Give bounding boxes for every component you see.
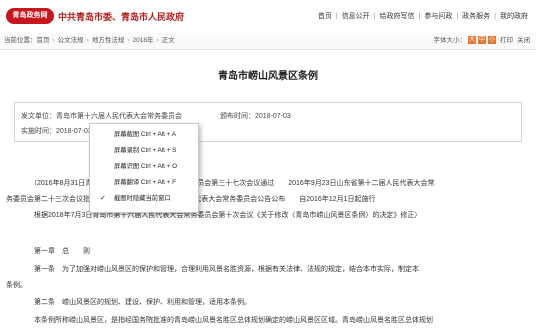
menu-item-screen-ocr[interactable]: 屏幕识图 Ctrl + Alt + O	[90, 160, 198, 174]
breadcrumb-separator: ›	[52, 37, 55, 44]
screenshot-context-menu: 屏幕截图 Ctrl + Alt + A 屏幕录制 Ctrl + Alt + S …	[89, 123, 199, 213]
site-title: 中共青岛市委、青岛市人民政府	[58, 12, 185, 22]
issuer-text: 发文单位：青岛市第十六届人民代表大会常务委员会	[21, 113, 182, 120]
top-nav: 首页 | 信息公开 | 给政府写信 | 参与问政 | 政务服务 | 我的政府	[318, 11, 528, 21]
document-title: 青岛市崂山风景区条例	[218, 71, 318, 82]
menu-item-label: 屏幕翻译 Ctrl + Alt + F	[114, 179, 176, 186]
breadcrumb-prefix: 当前位置：	[4, 37, 37, 44]
font-size-label: 字体大小：	[433, 37, 467, 44]
print-link[interactable]: 打印	[500, 37, 513, 44]
breadcrumb: 当前位置：首页 › 公文法规 › 地方性法规 › 2018年 › 正文	[4, 33, 175, 49]
breadcrumb-home[interactable]: 首页	[37, 37, 50, 44]
menu-item-label: 屏幕截图 Ctrl + Alt + A	[114, 131, 176, 138]
chapter-heading: 第一章 总 则	[34, 248, 90, 255]
nav-services[interactable]: 政务服务	[462, 13, 490, 20]
article-2-line-1: 第二条 崂山风景区的规划、建设、保护、利用和管理，适用本条例。	[34, 299, 251, 306]
menu-item-hide-window[interactable]: ✓ 截图时隐藏当前窗口	[90, 192, 198, 206]
article-tools: 字体大小：大中小打印 关闭	[433, 33, 530, 49]
breadcrumb-separator: ›	[86, 37, 89, 44]
nav-participate[interactable]: 参与问政	[424, 13, 452, 20]
publish-date-text: 颁布时间：2018-07-03	[220, 113, 291, 120]
breadcrumb-bar: 当前位置：首页 › 公文法规 › 地方性法规 › 2018年 › 正文 字体大小：大中小打印 关闭	[0, 33, 536, 50]
menu-item-screenshot[interactable]: 屏幕截图 Ctrl + Alt + A	[90, 128, 198, 142]
nav-divider: |	[373, 13, 376, 20]
breadcrumb-current: 正文	[161, 37, 175, 44]
nav-divider: |	[494, 13, 496, 20]
menu-item-screen-record[interactable]: 屏幕录制 Ctrl + Alt + S	[90, 144, 198, 158]
article-1-line-1: 第一条 为了加强对崂山风景区的保护和管理，合理利用风景名胜资源，根据有关法律、法…	[34, 266, 419, 273]
site-logo[interactable]: 青岛政务网	[6, 8, 54, 24]
menu-item-screen-translate[interactable]: 屏幕翻译 Ctrl + Alt + F	[90, 176, 198, 190]
font-size-medium-button[interactable]: 中	[478, 36, 486, 45]
close-link[interactable]: 关闭	[517, 37, 530, 44]
nav-info-public[interactable]: 信息公开	[342, 13, 370, 20]
article-1-line-2: 条例。	[6, 282, 27, 289]
breadcrumb-separator: ›	[127, 37, 130, 44]
menu-item-label: 屏幕识图 Ctrl + Alt + O	[114, 163, 177, 170]
nav-divider: |	[418, 13, 421, 20]
breadcrumb-local-regulations[interactable]: 地方性法规	[92, 37, 125, 44]
site-header: 青岛政务网 中共青岛市委、青岛市人民政府 首页 | 信息公开 | 给政府写信 | 参与问政 |…	[0, 0, 536, 34]
breadcrumb-documents[interactable]: 公文法规	[58, 37, 84, 44]
font-size-small-button[interactable]: 小	[488, 36, 496, 45]
menu-item-label: 屏幕录制 Ctrl + Alt + S	[114, 147, 177, 154]
font-size-large-button[interactable]: 大	[468, 36, 476, 45]
article-2-line-2: 本条例所称崂山风景区，是指经国务院批准的青岛崂山风景名胜区总体规划确定的崂山风景…	[34, 317, 433, 324]
checkmark-icon: ✓	[100, 195, 106, 202]
nav-divider: |	[456, 13, 459, 20]
menu-item-label: 截图时隐藏当前窗口	[114, 195, 171, 202]
nav-divider: |	[335, 13, 338, 20]
breadcrumb-year[interactable]: 2018年	[133, 37, 154, 44]
nav-write-letter[interactable]: 给政府写信	[380, 13, 415, 20]
nav-my-government[interactable]: 我的政府	[500, 13, 528, 20]
breadcrumb-separator: ›	[156, 37, 159, 44]
nav-home[interactable]: 首页	[318, 13, 332, 20]
effective-date-text: 实施时间：2018-07-03	[21, 128, 92, 135]
